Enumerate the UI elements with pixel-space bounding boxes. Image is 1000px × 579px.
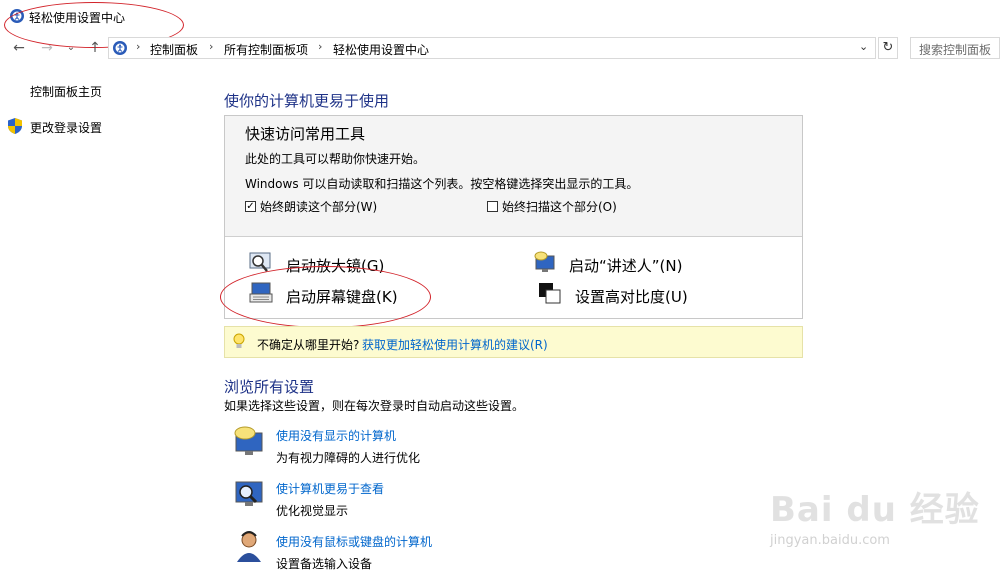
forward-button[interactable]: → [38,40,56,56]
shield-icon [8,118,22,134]
browse-item-description: 设置备选输入设备 [276,557,373,571]
browse-heading: 浏览所有设置 [224,378,315,396]
sidebar-item-change-login-settings[interactable]: 更改登录设置 [30,119,102,136]
browse-item-link[interactable]: 使用没有显示的计算机 [276,427,396,444]
breadcrumb-ease-of-access[interactable]: 轻松使用设置中心 [333,41,429,58]
browse-item-description: 优化视觉显示 [276,504,349,518]
browse-item-link[interactable]: 使计算机更易于查看 [276,480,384,497]
breadcrumb-control-panel[interactable]: 控制面板 [150,41,198,58]
tip-link[interactable]: 获取更加轻松使用计算机的建议(R) [362,336,548,353]
browse-item-description: 为有视力障碍的人进行优化 [276,451,421,465]
back-button[interactable]: ← [10,40,28,56]
narrator-icon [534,251,555,272]
tip-text: 不确定从哪里开始? [257,338,360,352]
control-panel-icon [113,41,127,55]
start-narrator-button[interactable]: 启动“讲述人”(N) [569,255,682,276]
baidu-watermark: Bai du 经验 [770,490,980,530]
recent-locations-button[interactable]: ⌄ [62,40,80,56]
breadcrumb-all-items[interactable]: 所有控制面板项 [224,41,308,58]
quick-access-description: 此处的工具可以帮助你快速开始。 [245,152,426,166]
breadcrumb-separator[interactable]: › [136,40,140,53]
breadcrumb-separator[interactable]: › [209,40,213,53]
set-high-contrast-button[interactable]: 设置高对比度(U) [575,286,688,307]
annotation-ellipse-keyboard [220,266,431,328]
quick-access-title: 快速访问常用工具 [245,125,366,143]
scan-section-label[interactable]: 始终扫描这个部分(O) [502,198,617,215]
quick-access-scan-description: Windows 可以自动读取和扫描这个列表。按空格键选择突出显示的工具。 [245,177,639,191]
scan-section-checkbox[interactable] [487,201,498,212]
read-section-label[interactable]: 始终朗读这个部分(W) [260,198,377,215]
lightbulb-icon [233,333,245,348]
read-section-checkbox[interactable]: ✓ [245,201,256,212]
breadcrumb-separator[interactable]: › [318,40,322,53]
refresh-button[interactable]: ↻ [878,37,898,59]
browse-description: 如果选择这些设置，则在每次登录时自动启动这些设置。 [224,399,525,413]
page-heading: 使你的计算机更易于使用 [224,92,390,110]
up-button[interactable]: ↑ [86,40,104,56]
baidu-watermark-url: jingyan.baidu.com [770,533,890,548]
person-headset-icon [237,531,261,562]
browse-item-link[interactable]: 使用没有鼠标或键盘的计算机 [276,533,432,550]
search-placeholder: 搜索控制面板 [919,43,992,57]
address-dropdown-icon[interactable]: ⌄ [859,40,873,53]
sidebar-item-control-panel-home[interactable]: 控制面板主页 [30,83,102,100]
contrast-icon [539,283,561,304]
magnify-monitor-icon [235,481,263,506]
speech-monitor-icon [234,426,263,455]
